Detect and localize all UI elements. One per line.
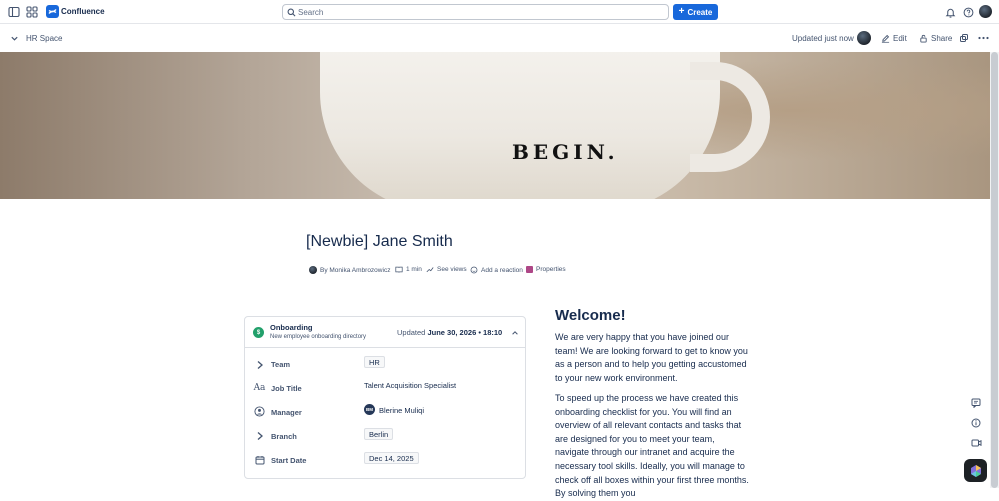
chevron-up-icon[interactable] [507, 325, 523, 341]
pencil-icon [881, 34, 890, 43]
cover-image: BEGIN. [0, 52, 990, 199]
text-field-icon: Aa [253, 382, 266, 393]
dollar-icon: $ [253, 327, 264, 338]
checklist-paragraph: To speed up the process we have created … [555, 393, 749, 499]
branch-label: Branch [271, 432, 297, 441]
add-reaction-button[interactable]: Add a reaction [470, 266, 523, 274]
mug-image [320, 52, 720, 199]
plus-icon: + [678, 6, 685, 17]
create-label: Create [687, 7, 713, 17]
lock-icon [920, 34, 927, 43]
branch-value[interactable]: Berlin [364, 428, 394, 440]
collaborator-avatar[interactable] [857, 31, 871, 45]
onboarding-database-card: $ Onboarding New employee onboarding dir… [244, 316, 526, 479]
see-views-link[interactable]: See views [426, 266, 467, 273]
search-placeholder: Search [298, 8, 324, 17]
video-icon[interactable] [970, 437, 982, 449]
start-date-value[interactable]: Dec 14, 2025 [364, 452, 419, 464]
comments-icon[interactable] [970, 397, 982, 409]
card-title[interactable]: Onboarding [270, 323, 313, 332]
user-avatar[interactable] [979, 5, 992, 18]
help-icon[interactable] [960, 4, 976, 20]
info-icon[interactable] [970, 417, 982, 429]
last-updated-status: Updated just now [792, 34, 854, 43]
properties-label: Properties [536, 266, 566, 273]
card-updated-prefix: Updated [397, 328, 426, 337]
job-title-value[interactable]: Talent Acquisition Specialist [364, 381, 456, 390]
breadcrumb[interactable]: HR Space [26, 34, 62, 43]
manager-avatar: BM [364, 404, 375, 415]
rovo-ai-icon[interactable] [964, 459, 987, 482]
start-date-label: Start Date [271, 456, 307, 465]
read-time: 1 min [395, 266, 422, 273]
see-views-label: See views [437, 266, 467, 273]
confluence-logo-icon[interactable] [46, 5, 59, 18]
team-label: Team [271, 360, 291, 369]
chevron-down-icon[interactable] [6, 30, 22, 46]
share-button[interactable]: Share [919, 30, 952, 46]
app-name[interactable]: Confluence [61, 7, 105, 16]
emoji-add-icon [470, 266, 478, 274]
welcome-paragraph: We are very happy that you have joined o… [555, 332, 748, 383]
add-reaction-label: Add a reaction [481, 266, 523, 274]
author-name: By Monika Ambrozowicz [320, 266, 391, 274]
chevron-right-icon [254, 430, 265, 441]
properties-button[interactable]: Properties [526, 266, 566, 273]
team-value[interactable]: HR [364, 356, 385, 368]
person-icon [254, 406, 265, 417]
trend-icon [426, 267, 434, 273]
sidebar-toggle-icon[interactable] [6, 4, 22, 20]
mug-lettering: BEGIN. [512, 140, 619, 164]
chevron-circle-icon [254, 359, 265, 370]
app-switcher-icon[interactable] [24, 4, 40, 20]
notifications-bell-icon[interactable] [942, 4, 958, 20]
card-updated: Updated June 30, 2026 • 18:10 [397, 328, 502, 337]
job-title-label: Job Title [271, 384, 302, 393]
share-label: Share [931, 33, 953, 43]
author-byline[interactable]: By Monika Ambrozowicz [309, 266, 390, 274]
copy-link-icon[interactable] [956, 30, 972, 46]
create-button[interactable]: + Create [673, 4, 718, 20]
search-input[interactable]: Search [282, 4, 669, 20]
top-navigation-bar: Confluence Search + Create [0, 0, 999, 24]
calendar-icon [254, 454, 265, 465]
properties-icon [526, 266, 533, 273]
edit-button[interactable]: Edit [881, 30, 907, 46]
search-icon [285, 5, 297, 19]
manager-label: Manager [271, 408, 302, 417]
edit-label: Edit [893, 33, 907, 43]
card-subtitle: New employee onboarding directory [270, 334, 367, 340]
mug-handle-image [690, 62, 770, 172]
read-time-label: 1 min [406, 266, 422, 273]
scrollbar-thumb[interactable] [991, 52, 998, 488]
book-icon [395, 266, 403, 273]
welcome-heading: Welcome! [555, 307, 626, 324]
author-avatar [309, 266, 317, 274]
page-title: [Newbie] Jane Smith [306, 233, 453, 250]
manager-value[interactable]: Blerine Muliqi [379, 406, 424, 415]
more-actions-icon[interactable] [975, 30, 991, 46]
card-header[interactable]: $ Onboarding New employee onboarding dir… [245, 317, 525, 348]
card-updated-date: June 30, 2026 • 18:10 [427, 328, 503, 337]
